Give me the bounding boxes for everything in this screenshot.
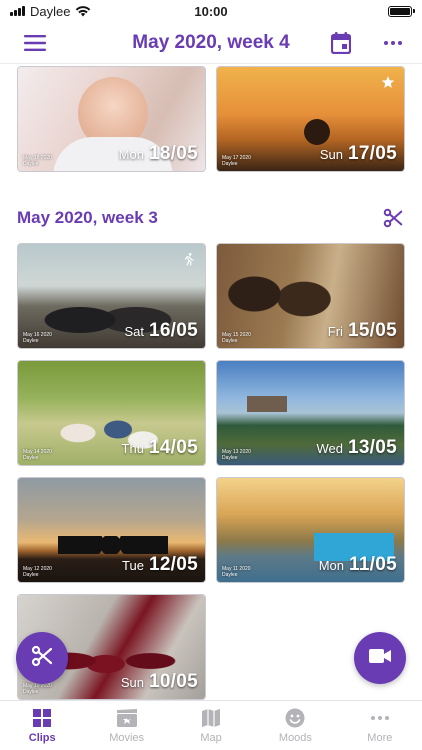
battery-icon [388,5,415,17]
tab-map[interactable]: Map [169,701,253,750]
running-figure-icon [181,251,197,267]
tab-label: Clips [28,732,56,744]
hamburger-icon[interactable] [20,28,50,58]
clip-stamp: May 15 2020 Daylee [222,332,251,344]
status-bar: Daylee 10:00 [0,0,422,22]
tab-movies[interactable]: Movies [84,701,168,750]
clip-stamp: May 10 2020 Daylee [23,683,52,695]
clip-date: Thu 14/05 [121,437,198,458]
smiley-icon [284,707,306,729]
clapperboard-icon [116,707,138,729]
clip-tile-12-05[interactable]: May 12 2020 Daylee Tue 12/05 [17,477,206,583]
clip-tile-14-05[interactable]: May 14 2020 Daylee Thu 14/05 [17,360,206,466]
map-icon [200,707,222,729]
clip-tile-13-05[interactable]: May 13 2020 Daylee Wed 13/05 [216,360,405,466]
clip-stamp: May 18 2020 Daylee [23,155,52,167]
grid-icon [31,707,53,729]
tab-more[interactable]: More [338,701,422,750]
wifi-icon [76,6,91,17]
tab-label: Movies [109,732,145,744]
tab-moods[interactable]: Moods [253,701,337,750]
tab-bar: Clips Movies Map Moods More [0,700,422,750]
signal-icon [10,6,25,16]
calendar-icon[interactable] [326,28,356,58]
clip-date: Tue 12/05 [122,554,198,575]
clip-stamp: May 13 2020 Daylee [222,449,251,461]
tab-label: Map [200,732,222,744]
star-icon [380,74,396,90]
edit-clips-fab[interactable] [16,632,68,684]
clip-stamp: May 16 2020 Daylee [23,332,52,344]
tab-label: Moods [278,732,312,744]
week-heading: May 2020, week 3 [17,208,158,227]
carrier-name: Daylee [30,3,71,19]
tab-clips[interactable]: Clips [0,701,84,750]
video-camera-icon [368,647,392,670]
clip-stamp: May 14 2020 Daylee [23,449,52,461]
header-actions [326,28,408,58]
scissors-icon[interactable] [380,205,406,231]
clip-tile-15-05[interactable]: May 15 2020 Daylee Fri 15/05 [216,243,405,349]
clip-stamp: May 11 2020 Daylee [222,566,251,578]
clip-date: Wed 13/05 [316,437,397,458]
clip-date: Sun 17/05 [319,143,397,164]
scissors-icon [30,644,54,673]
clip-stamp: May 17 2020 Daylee [222,155,251,167]
clips-feed[interactable]: May 18 2020 Daylee Mon 18/05 May 17 2020 Da… [0,65,422,700]
clip-tile-16-05[interactable]: May 16 2020 Daylee Sat 16/05 [17,243,206,349]
clip-date: Sun 10/05 [120,671,198,692]
clip-date: Mon 18/05 [118,143,198,164]
record-clip-fab[interactable] [354,632,406,684]
clip-tile-18-05[interactable]: May 18 2020 Daylee Mon 18/05 [17,66,206,172]
more-dots-icon[interactable] [378,28,408,58]
tab-label: More [367,732,393,744]
clip-date: Mon 11/05 [318,554,397,575]
clip-date: Fri 15/05 [327,320,397,341]
clip-stamp: May 12 2020 Daylee [23,566,52,578]
status-left: Daylee [10,4,91,19]
clip-tile-11-05[interactable]: May 11 2020 Daylee Mon 11/05 [216,477,405,583]
clip-tile-17-05[interactable]: May 17 2020 Daylee Sun 17/05 [216,66,405,172]
clip-date: Sat 16/05 [124,320,198,341]
more-dots-icon [369,707,391,729]
app-header: May 2020, week 4 [0,22,422,64]
